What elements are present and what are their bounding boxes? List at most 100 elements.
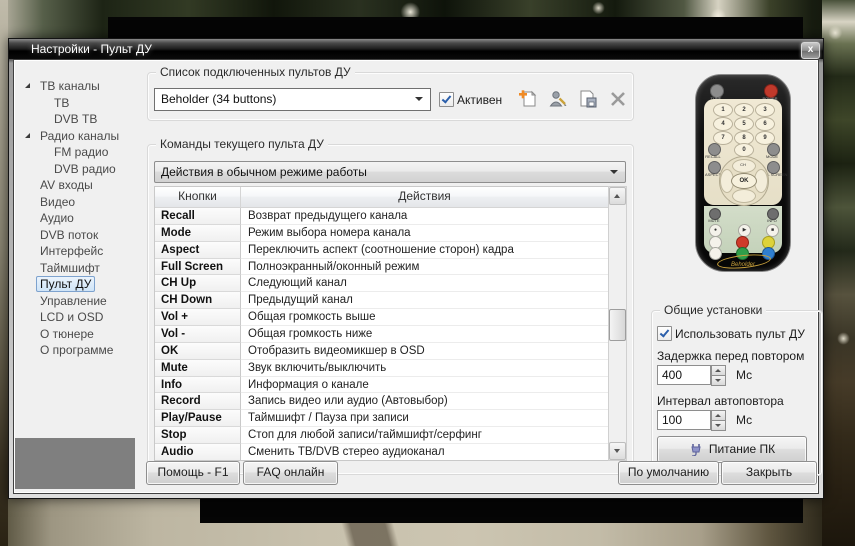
sidebar-item-label: ТВ каналы bbox=[36, 78, 104, 94]
button-cell: Play/Pause bbox=[155, 410, 241, 427]
triangle-up-icon bbox=[715, 414, 721, 417]
sidebar-item-4[interactable]: FM радио bbox=[50, 144, 112, 160]
sidebar-item-label: Аудио bbox=[36, 210, 78, 226]
sidebar-item-label: Таймшифт bbox=[36, 260, 104, 276]
use-remote-checkbox-label: Использовать пульт ДУ bbox=[675, 327, 805, 341]
use-remote-checkbox[interactable] bbox=[657, 326, 672, 341]
sidebar-item-12[interactable]: Пульт ДУ bbox=[36, 276, 95, 292]
remote-mode-label: MODE bbox=[760, 155, 784, 159]
window-title: Настройки - Пульт ДУ bbox=[31, 42, 152, 56]
sidebar-item-2[interactable]: DVB ТВ bbox=[50, 111, 101, 127]
repeat-interval-unit: Мс bbox=[736, 413, 752, 427]
titlebar[interactable]: Настройки - Пульт ДУ x bbox=[9, 39, 823, 59]
table-row-12[interactable]: Play/PauseТаймшифт / Пауза при записи bbox=[155, 410, 608, 427]
stepper-down-button[interactable] bbox=[711, 420, 726, 431]
edit-remote-button[interactable] bbox=[547, 88, 569, 110]
sidebar-item-15[interactable]: О тюнере bbox=[36, 326, 98, 342]
remote-digit-5: 5 bbox=[734, 117, 754, 131]
repeat-interval-label: Интервал автоповтора bbox=[657, 394, 784, 408]
remote-select-value: Beholder (34 buttons) bbox=[161, 92, 276, 106]
sidebar-item-5[interactable]: DVB радио bbox=[50, 161, 120, 177]
button-cell: Audio bbox=[155, 444, 241, 461]
table-row-11[interactable]: RecordЗапись видео или аудио (Автовыбор) bbox=[155, 393, 608, 410]
chevron-down-icon bbox=[415, 97, 423, 101]
defaults-button[interactable]: По умолчанию bbox=[618, 461, 719, 485]
table-row-10[interactable]: InfoИнформация о канале bbox=[155, 377, 608, 394]
table-scrollbar[interactable] bbox=[608, 186, 627, 461]
sidebar-item-8[interactable]: Аудио bbox=[36, 210, 78, 226]
table-row-5[interactable]: CH DownПредыдущий канал bbox=[155, 292, 608, 309]
repeat-delay-input[interactable] bbox=[657, 365, 711, 385]
sidebar-item-label: Управление bbox=[36, 293, 111, 309]
column-header-buttons[interactable]: Кнопки bbox=[155, 187, 241, 207]
commands-table: Кнопки Действия RecallВозврат предыдущег… bbox=[154, 186, 609, 461]
table-row-14[interactable]: AudioСменить ТВ/DVB стерео аудиоканал bbox=[155, 444, 608, 461]
sidebar-item-0[interactable]: ТВ каналы bbox=[36, 78, 104, 94]
dialog-client-area: ТВ каналыТВDVB ТВРадио каналыFM радиоDVB… bbox=[13, 59, 819, 494]
table-row-0[interactable]: RecallВозврат предыдущего канала bbox=[155, 208, 608, 225]
sidebar-item-9[interactable]: DVB поток bbox=[36, 227, 102, 243]
action-cell: Предыдущий канал bbox=[241, 292, 608, 309]
triangle-down-icon bbox=[614, 449, 620, 453]
help-button[interactable]: Помощь - F1 bbox=[146, 461, 240, 485]
action-cell: Режим выбора номера канала bbox=[241, 225, 608, 242]
action-cell: Возврат предыдущего канала bbox=[241, 208, 608, 225]
commands-table-body: RecallВозврат предыдущего каналаModeРежи… bbox=[155, 208, 608, 461]
table-row-7[interactable]: Vol -Общая громкость ниже bbox=[155, 326, 608, 343]
scroll-up-button[interactable] bbox=[609, 187, 626, 205]
command-mode-select[interactable]: Действия в обычном режиме работы bbox=[154, 161, 626, 183]
commands-table-header[interactable]: Кнопки Действия bbox=[155, 187, 608, 208]
sidebar-item-label: О тюнере bbox=[36, 326, 98, 342]
action-cell: Запись видео или аудио (Автовыбор) bbox=[241, 393, 608, 410]
delete-remote-button[interactable] bbox=[607, 88, 629, 110]
repeat-delay-stepper[interactable] bbox=[711, 365, 725, 385]
button-cell: Vol - bbox=[155, 326, 241, 343]
sidebar-item-14[interactable]: LCD и OSD bbox=[36, 309, 107, 325]
table-row-6[interactable]: Vol +Общая громкость выше bbox=[155, 309, 608, 326]
sidebar-tree: ТВ каналыТВDVB ТВРадио каналыFM радиоDVB… bbox=[24, 78, 149, 378]
scroll-thumb[interactable] bbox=[609, 309, 626, 341]
column-header-actions[interactable]: Действия bbox=[241, 187, 608, 207]
new-remote-button[interactable] bbox=[517, 88, 539, 110]
table-row-2[interactable]: AspectПереключить аспект (соотношение ст… bbox=[155, 242, 608, 259]
button-cell: Full Screen bbox=[155, 259, 241, 276]
remote-recall-label: RECALL bbox=[701, 155, 725, 159]
pc-power-button[interactable]: Питание ПК bbox=[657, 436, 807, 463]
sidebar-item-16[interactable]: О программе bbox=[36, 342, 117, 358]
table-row-1[interactable]: ModeРежим выбора номера канала bbox=[155, 225, 608, 242]
table-row-3[interactable]: Full ScreenПолноэкранный/оконный режим bbox=[155, 259, 608, 276]
table-row-8[interactable]: OKОтобразить видеомикшер в OSD bbox=[155, 343, 608, 360]
sidebar-item-13[interactable]: Управление bbox=[36, 293, 111, 309]
background-window-top bbox=[108, 17, 803, 39]
table-row-9[interactable]: MuteЗвук включить/выключить bbox=[155, 360, 608, 377]
stepper-down-button[interactable] bbox=[711, 375, 726, 386]
scroll-down-button[interactable] bbox=[609, 442, 626, 460]
sidebar-item-7[interactable]: Видео bbox=[36, 194, 79, 210]
table-row-13[interactable]: StopСтоп для любой записи/таймшифт/серфи… bbox=[155, 427, 608, 444]
desktop: Настройки - Пульт ДУ x ТВ каналыТВDVB ТВ… bbox=[0, 0, 855, 546]
table-row-4[interactable]: CH UpСледующий канал bbox=[155, 275, 608, 292]
sidebar-item-11[interactable]: Таймшифт bbox=[36, 260, 104, 276]
sidebar-item-3[interactable]: Радио каналы bbox=[36, 128, 123, 144]
close-button[interactable]: x bbox=[801, 42, 820, 59]
button-cell: Mode bbox=[155, 225, 241, 242]
triangle-down-icon bbox=[715, 424, 721, 427]
faq-online-button[interactable]: FAQ онлайн bbox=[243, 461, 338, 485]
expand-triangle-icon[interactable] bbox=[25, 133, 30, 138]
sidebar-item-1[interactable]: ТВ bbox=[50, 95, 73, 111]
close-dialog-button[interactable]: Закрыть bbox=[721, 461, 817, 485]
button-cell: Recall bbox=[155, 208, 241, 225]
expand-triangle-icon[interactable] bbox=[25, 83, 30, 88]
triangle-down-icon bbox=[715, 379, 721, 382]
sidebar-item-10[interactable]: Интерфейс bbox=[36, 243, 107, 259]
command-mode-value: Действия в обычном режиме работы bbox=[161, 165, 367, 179]
repeat-interval-stepper[interactable] bbox=[711, 410, 725, 430]
repeat-interval-input[interactable] bbox=[657, 410, 711, 430]
remote-ch-down-button bbox=[732, 189, 756, 203]
action-cell: Полноэкранный/оконный режим bbox=[241, 259, 608, 276]
chevron-down-icon bbox=[610, 170, 618, 174]
sidebar-item-6[interactable]: AV входы bbox=[36, 177, 97, 193]
remote-select[interactable]: Beholder (34 buttons) bbox=[154, 88, 431, 111]
active-checkbox[interactable] bbox=[439, 92, 454, 107]
save-remote-button[interactable] bbox=[577, 88, 599, 110]
